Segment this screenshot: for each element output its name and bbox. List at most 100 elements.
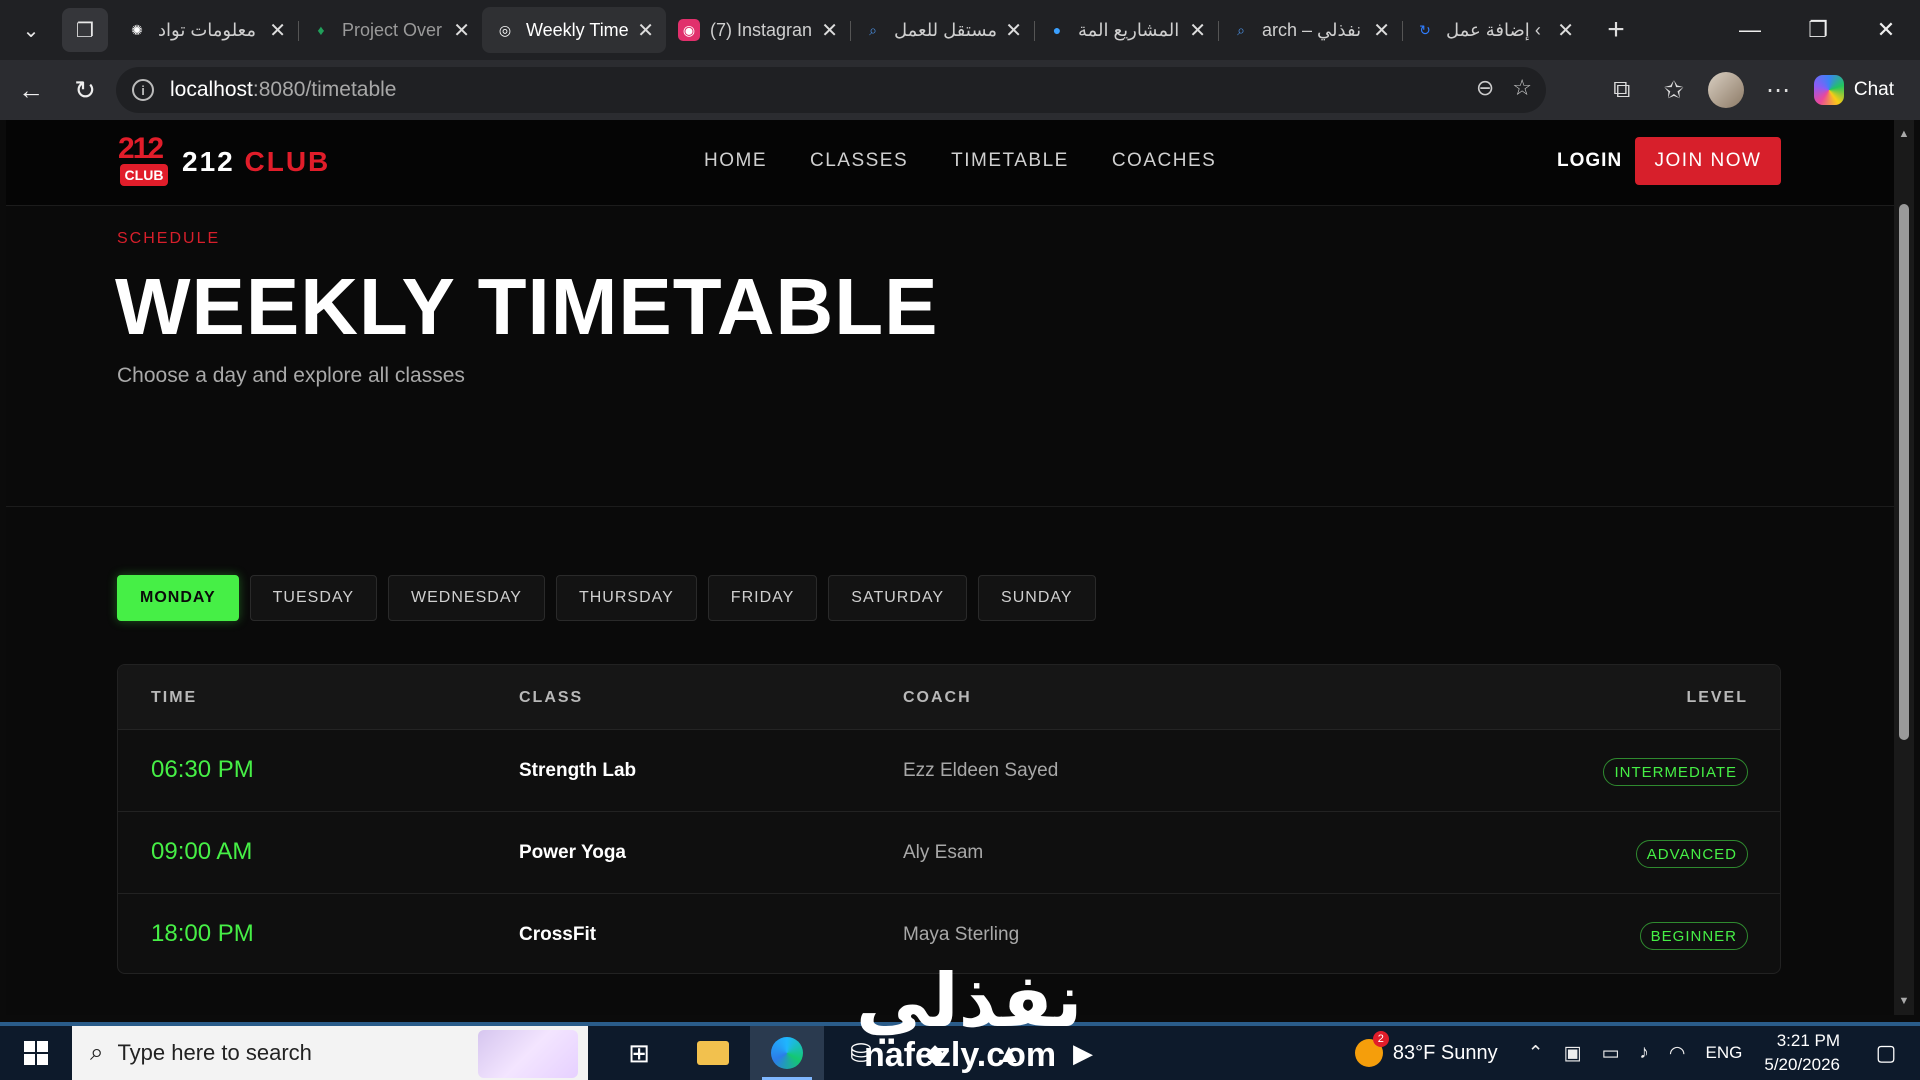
clock[interactable]: 3:21 PM 5/20/2026	[1764, 1029, 1840, 1077]
close-window-icon[interactable]: ✕	[1852, 0, 1920, 60]
browser-toolbar-actions: ⧉ ✩ ⋯ Chat	[1596, 60, 1920, 120]
weather-badge: 2	[1372, 1031, 1389, 1047]
system-tray: 2 83°F Sunny ⌃ ▣ ▭ ♪ ◠ ENG 3:21 PM 5/20/…	[1354, 1026, 1920, 1080]
favorites-icon[interactable]: ✩	[1648, 67, 1700, 113]
reload-icon[interactable]: ↻	[62, 67, 108, 113]
minimize-icon[interactable]: —	[1716, 0, 1784, 60]
device-icon[interactable]: ▣	[1564, 1042, 1582, 1065]
favorite-star-icon[interactable]: ☆	[1512, 75, 1532, 101]
back-arrow-icon[interactable]: ←	[8, 67, 54, 113]
join-now-button[interactable]: JOIN NOW	[1635, 137, 1781, 185]
extensions-icon[interactable]: ⧉	[1596, 67, 1648, 113]
chat-label: Chat	[1853, 79, 1894, 100]
browser-tab[interactable]: ◉ (7) Instagran ✕	[666, 7, 850, 53]
close-icon[interactable]: ✕	[1189, 18, 1206, 43]
site-info-icon[interactable]: i	[132, 79, 154, 101]
tab-title: المشاريع المة	[1078, 19, 1180, 40]
class-time: 06:30 PM	[151, 756, 254, 783]
search-highlight-image	[478, 1030, 578, 1078]
site-header: 212 CLUB 212 CLUB HOME CLASSES TIMETABLE…	[6, 120, 1894, 206]
battery-icon[interactable]: ▭	[1601, 1042, 1619, 1065]
clock-time: 3:21 PM	[1776, 1031, 1840, 1050]
column-header-time: TIME	[151, 689, 198, 706]
browser-tab[interactable]: ↻ إضافة عمل ‹ ✕	[1402, 7, 1586, 53]
page-title: WEEKLY TIMETABLE	[115, 262, 939, 351]
column-header-coach: COACH	[903, 689, 972, 706]
start-button[interactable]	[0, 1026, 72, 1080]
url-text[interactable]: localhost:8080/timetable	[170, 78, 397, 102]
taskbar-search-box[interactable]: ⌕ Type here to search	[72, 1026, 588, 1080]
scrollbar-thumb[interactable]	[1899, 204, 1909, 740]
leaf-icon: ♦	[317, 22, 325, 38]
weather-text: 83°F Sunny	[1392, 1041, 1498, 1064]
day-tab-wednesday[interactable]: WEDNESDAY	[388, 575, 545, 621]
search-icon: ⌕	[869, 21, 877, 38]
logo-mark: 212 CLUB	[118, 132, 170, 190]
nav-timetable[interactable]: TIMETABLE	[951, 150, 1069, 172]
logo-number: 212	[118, 132, 164, 165]
nav-home[interactable]: HOME	[704, 150, 767, 172]
day-tab-friday[interactable]: FRIDAY	[707, 575, 818, 621]
url-field[interactable]: i localhost:8080/timetable ⊖ ☆	[116, 67, 1546, 113]
nav-coaches[interactable]: COACHES	[1112, 150, 1216, 172]
profile-avatar[interactable]	[1707, 72, 1744, 108]
day-tab-saturday[interactable]: SATURDAY	[828, 575, 968, 621]
volume-icon[interactable]: ♪	[1639, 1042, 1649, 1064]
zoom-out-icon[interactable]: ⊖	[1476, 75, 1494, 101]
day-tab-thursday[interactable]: THURSDAY	[555, 575, 697, 621]
close-icon[interactable]: ✕	[1373, 18, 1390, 43]
new-tab-plus-icon[interactable]: +	[1594, 8, 1638, 52]
chatgpt-icon: ✺	[131, 21, 143, 38]
tab-list-chevron-icon[interactable]: ⌄	[8, 8, 54, 52]
day-tab-sunday[interactable]: SUNDAY	[978, 575, 1096, 621]
nav-classes[interactable]: CLASSES	[810, 150, 908, 172]
tab-title: مستقل للعمل	[894, 19, 998, 40]
edge-browser-icon[interactable]	[750, 1026, 824, 1080]
close-icon[interactable]: ✕	[269, 18, 286, 43]
browser-tab[interactable]: ⌕ مستقل للعمل ✕	[850, 7, 1034, 53]
task-view-icon[interactable]: ⊞	[602, 1026, 676, 1080]
wifi-icon[interactable]: ◠	[1669, 1042, 1686, 1065]
copilot-chat-button[interactable]: Chat	[1804, 67, 1910, 113]
more-options-icon[interactable]: ⋯	[1752, 67, 1804, 113]
column-header-level: LEVEL	[1686, 689, 1748, 706]
notifications-icon[interactable]: ▢	[1866, 1033, 1906, 1073]
language-indicator[interactable]: ENG	[1706, 1043, 1743, 1063]
browser-tab[interactable]: ✺ معلومات تواد ✕	[114, 7, 298, 53]
close-icon[interactable]: ✕	[637, 18, 654, 43]
day-tab-monday[interactable]: MONDAY	[117, 575, 239, 621]
coach-name: Aly Esam	[903, 842, 984, 863]
login-link[interactable]: LOGIN	[1557, 150, 1622, 172]
day-tab-tuesday[interactable]: TUESDAY	[249, 575, 378, 621]
file-explorer-icon[interactable]	[676, 1026, 750, 1080]
tab-strip: ✺ معلومات تواد ✕ ♦ Project Over ✕ ◎ Week…	[114, 0, 1586, 60]
close-icon[interactable]: ✕	[1005, 18, 1022, 43]
omnibox-actions: ⊖ ☆	[1476, 75, 1532, 101]
hero-section: SCHEDULE WEEKLY TIMETABLE Choose a day a…	[6, 207, 1894, 507]
logo-badge: CLUB	[120, 164, 168, 186]
browser-tab[interactable]: ● المشاريع المة ✕	[1034, 7, 1218, 53]
main-nav: HOME CLASSES TIMETABLE COACHES	[704, 150, 1259, 172]
workspaces-icon[interactable]: ❐	[62, 8, 108, 52]
class-name: CrossFit	[519, 924, 597, 945]
globe-icon: ◎	[498, 21, 512, 38]
site-logo[interactable]: 212 CLUB 212 CLUB	[118, 132, 330, 190]
url-host: localhost	[170, 78, 253, 101]
table-header: TIME CLASS COACH LEVEL	[118, 665, 1780, 730]
browser-tab[interactable]: ♦ Project Over ✕	[298, 7, 482, 53]
class-time: 09:00 AM	[151, 838, 253, 865]
close-icon[interactable]: ✕	[1557, 18, 1574, 43]
level-badge: ADVANCED	[1635, 840, 1748, 868]
chevron-up-icon[interactable]: ⌃	[1528, 1042, 1544, 1065]
page-scrollbar[interactable]: ▲ ▼	[1894, 120, 1914, 1015]
logo-text: 212 CLUB	[182, 146, 330, 178]
scroll-up-arrow-icon[interactable]: ▲	[1894, 124, 1914, 144]
close-icon[interactable]: ✕	[821, 18, 838, 43]
circle-icon: ●	[1052, 22, 1062, 38]
weather-widget[interactable]: 2 83°F Sunny	[1354, 1031, 1498, 1067]
restore-icon[interactable]: ❐	[1784, 0, 1852, 60]
browser-tab[interactable]: ⌕ arch – نفذلي ✕	[1218, 7, 1402, 53]
scroll-down-arrow-icon[interactable]: ▼	[1894, 991, 1914, 1011]
browser-tab-active[interactable]: ◎ Weekly Time ✕	[482, 7, 666, 53]
close-icon[interactable]: ✕	[453, 18, 470, 43]
